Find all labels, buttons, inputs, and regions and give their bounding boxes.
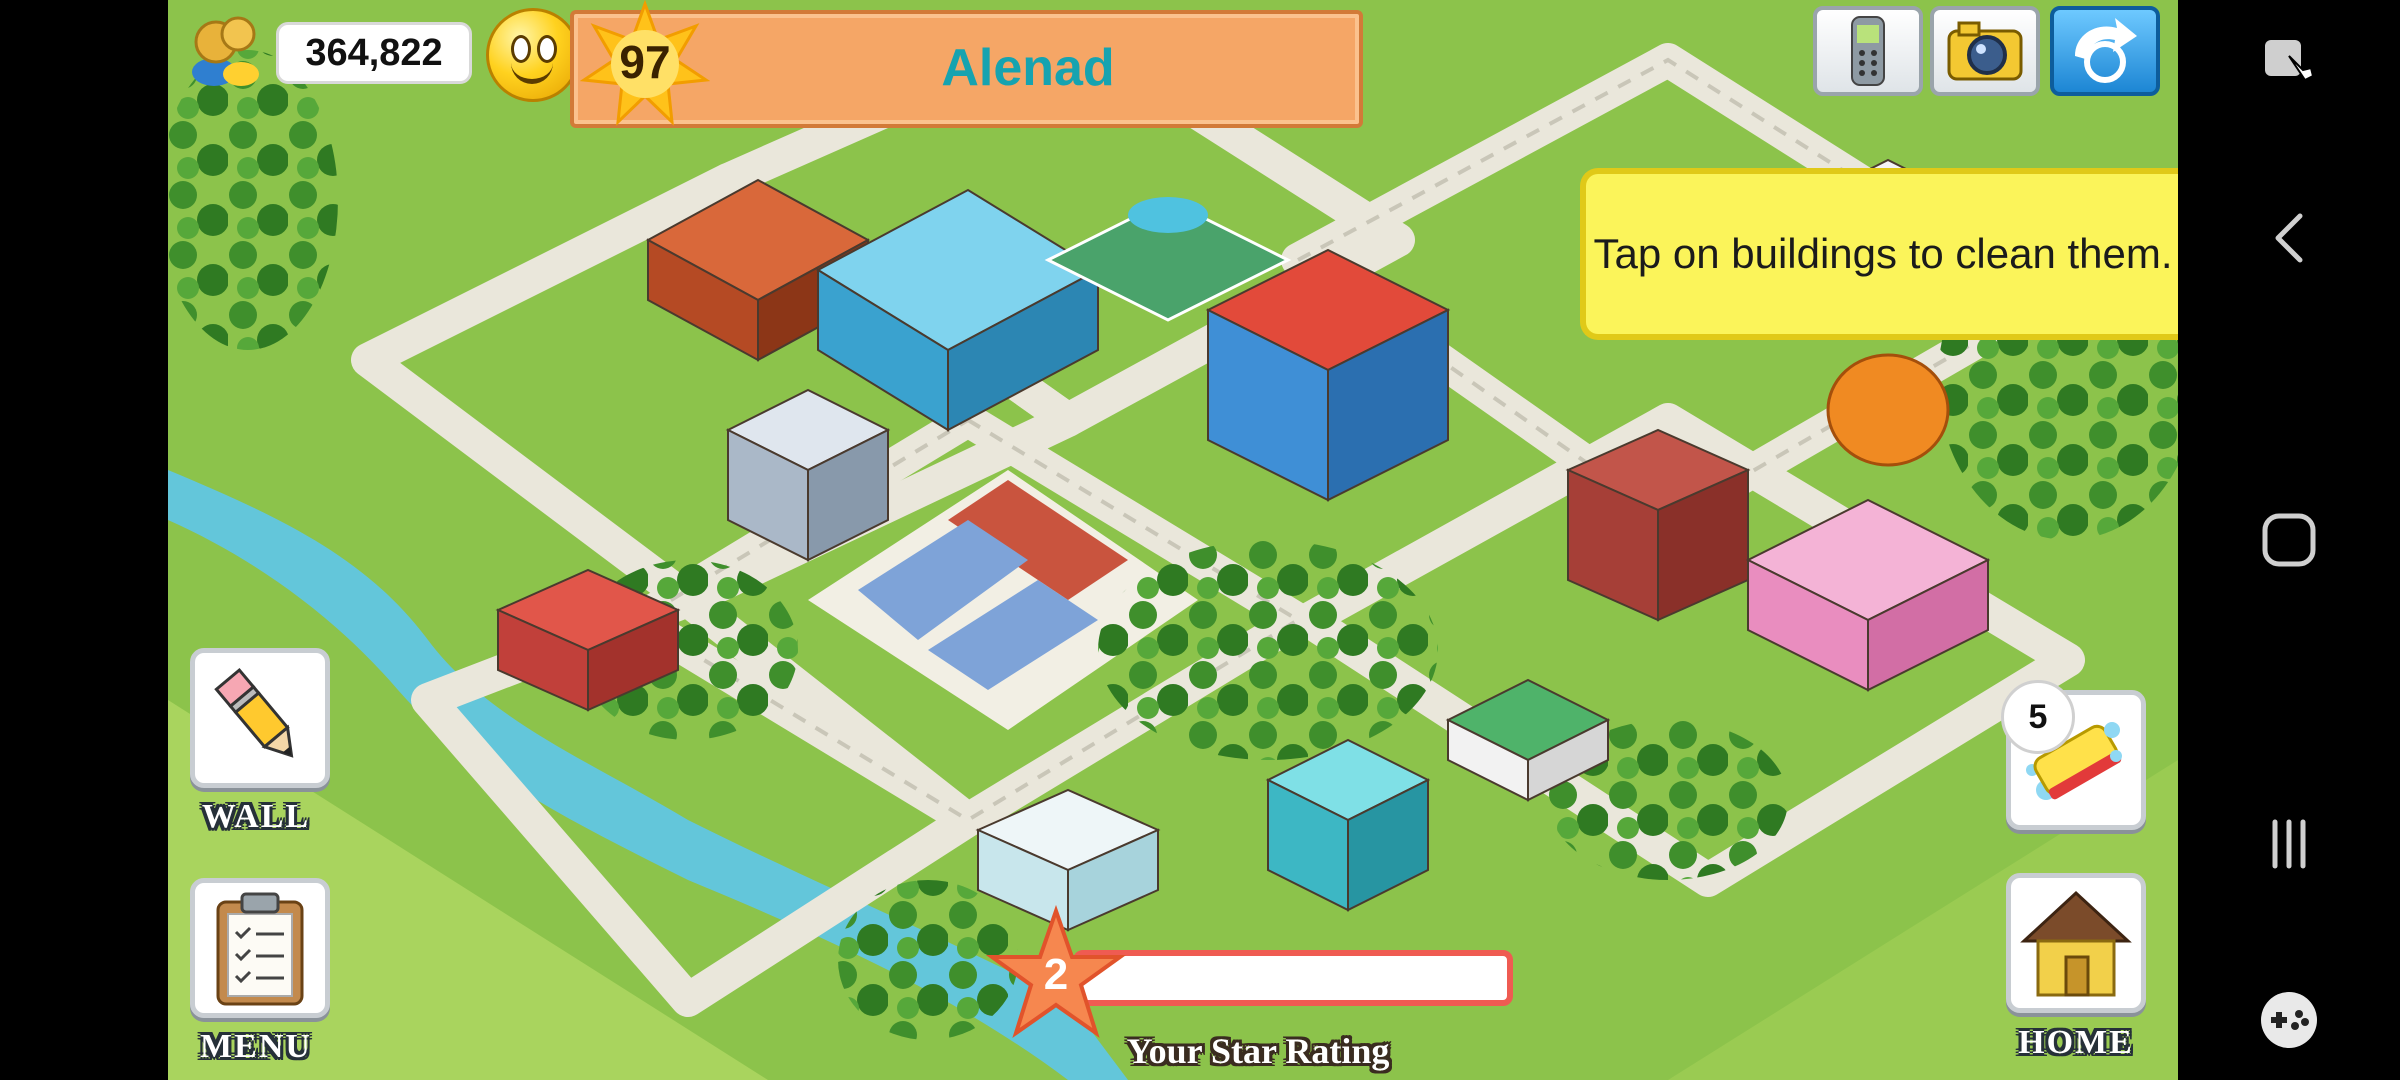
phone-button[interactable] bbox=[1813, 6, 1923, 96]
game-tools-button[interactable] bbox=[2249, 980, 2329, 1060]
phone-icon bbox=[1851, 16, 1885, 86]
star-rating-label: Your Star Rating bbox=[1126, 1031, 1390, 1071]
camera-button[interactable] bbox=[1930, 6, 2040, 96]
tip-message: Tap on buildings to clean them. bbox=[1580, 168, 2178, 340]
home-button[interactable] bbox=[2006, 873, 2146, 1013]
coins-display: 364,822 bbox=[186, 8, 626, 102]
star-rating-value: 2 bbox=[1043, 950, 1069, 999]
menu-button[interactable] bbox=[190, 878, 330, 1018]
menu-label: MENU bbox=[200, 1028, 312, 1065]
game-viewport[interactable]: 364,822 97 Alenad Tap on buildings to cl… bbox=[168, 0, 2178, 1080]
recents-button[interactable] bbox=[2249, 804, 2329, 884]
star-rating-bar bbox=[1073, 950, 1513, 1006]
wall-button[interactable] bbox=[190, 648, 330, 788]
home-label: HOME bbox=[2018, 1024, 2134, 1061]
system-nav-bar bbox=[2178, 0, 2400, 1080]
camera-icon bbox=[1947, 21, 2023, 81]
player-name: Alenad bbox=[941, 39, 1115, 97]
happy-face-icon bbox=[486, 8, 580, 102]
share-icon bbox=[2075, 18, 2137, 83]
home-nav-button[interactable] bbox=[2249, 500, 2329, 580]
city-map[interactable] bbox=[168, 0, 2178, 1080]
home-square-icon bbox=[2262, 513, 2316, 567]
pencil-icon bbox=[214, 667, 294, 758]
gamepad-icon bbox=[2261, 992, 2317, 1048]
player-level: 97 bbox=[619, 36, 671, 88]
screenshot-edit-button[interactable] bbox=[2249, 20, 2329, 100]
wall-label: WALL bbox=[201, 798, 311, 835]
coin-count: 364,822 bbox=[276, 22, 472, 84]
edit-icon bbox=[2265, 40, 2315, 82]
share-button[interactable] bbox=[2050, 6, 2160, 96]
back-button[interactable] bbox=[2249, 198, 2329, 278]
clean-count-badge: 5 bbox=[2001, 680, 2075, 754]
clipboard-icon bbox=[216, 892, 304, 1006]
coins-icon bbox=[192, 16, 259, 86]
back-icon bbox=[2275, 213, 2303, 263]
house-icon bbox=[2020, 890, 2132, 997]
recents-icon bbox=[2272, 819, 2306, 869]
